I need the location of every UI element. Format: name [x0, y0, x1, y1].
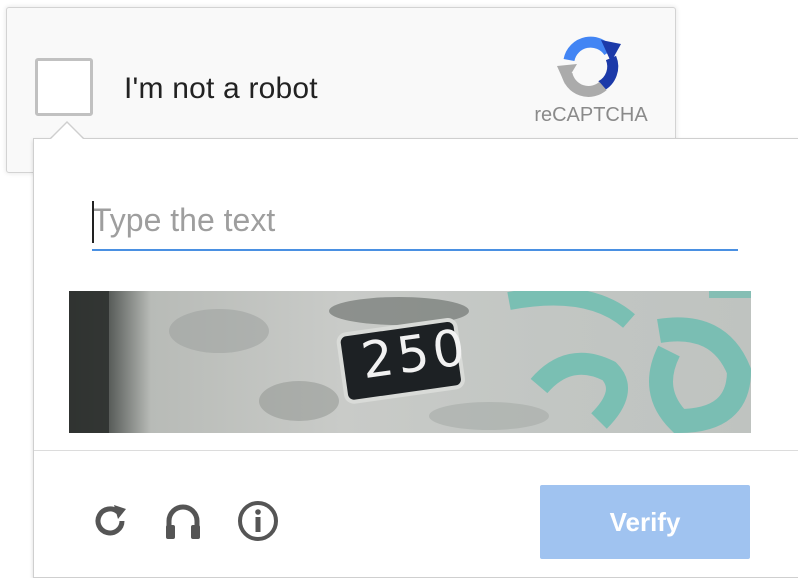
recaptcha-logo-icon [555, 30, 625, 100]
recaptcha-brand: reCAPTCHA [534, 104, 648, 126]
captcha-image: 250 [69, 291, 751, 433]
checkbox-label: I'm not a robot [124, 72, 318, 105]
text-caret [92, 201, 94, 243]
reload-icon[interactable] [88, 499, 132, 543]
bubble-arrow-fill [50, 123, 84, 140]
not-robot-checkbox[interactable] [35, 58, 93, 116]
info-icon[interactable] [236, 499, 280, 543]
bubble-divider [34, 450, 798, 451]
challenge-bubble: 250 Verify [33, 138, 798, 578]
captcha-text-input[interactable] [92, 199, 738, 251]
verify-button[interactable]: Verify [540, 485, 750, 559]
headphones-icon[interactable] [161, 499, 205, 543]
